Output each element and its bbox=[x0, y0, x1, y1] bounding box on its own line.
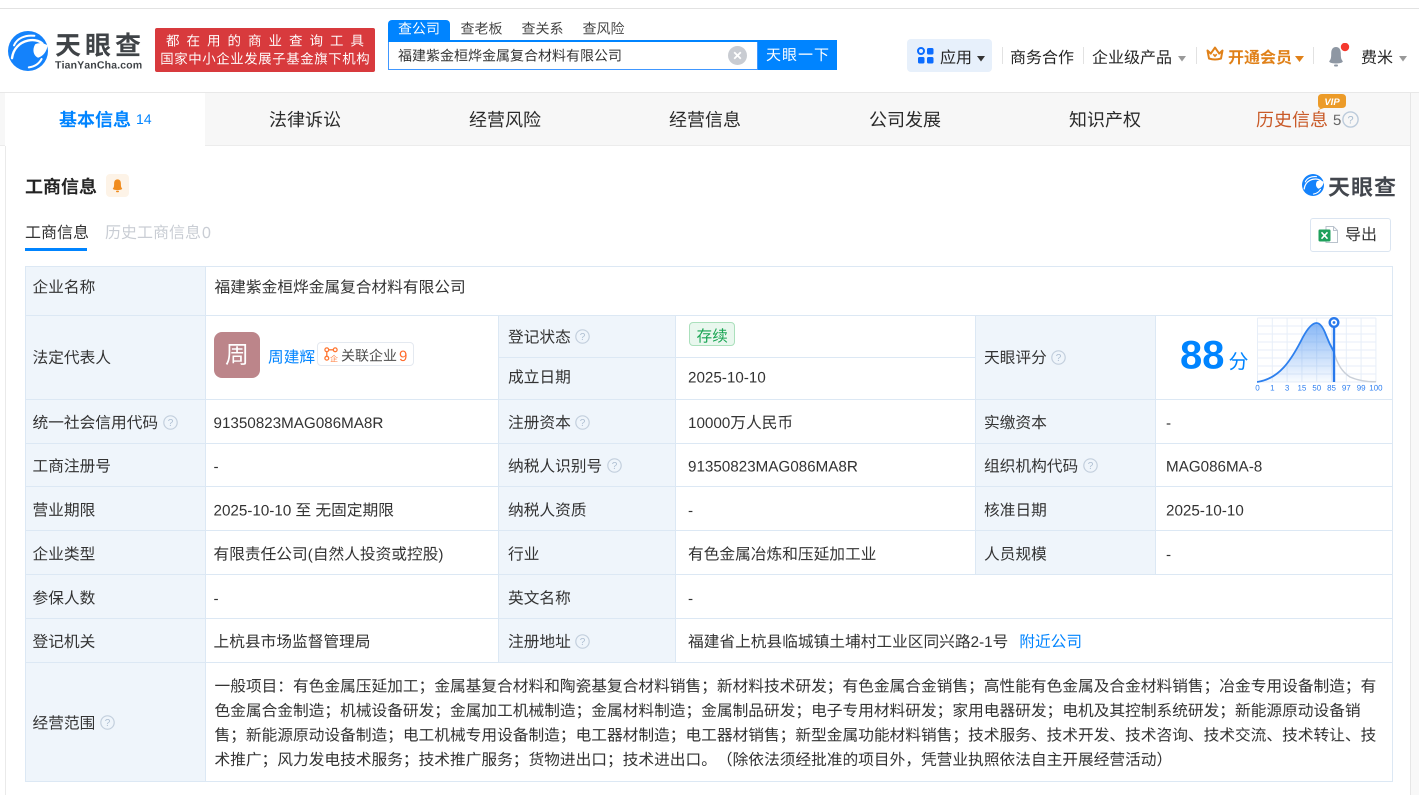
svg-text:?: ? bbox=[580, 332, 586, 343]
svg-text:?: ? bbox=[1347, 115, 1353, 127]
svg-text:?: ? bbox=[580, 636, 586, 647]
svg-text:?: ? bbox=[580, 417, 586, 428]
svg-text:?: ? bbox=[105, 718, 111, 729]
svg-text:VIP: VIP bbox=[1324, 97, 1340, 108]
svg-text:?: ? bbox=[1056, 352, 1062, 363]
svg-text:?: ? bbox=[1087, 461, 1093, 472]
svg-text:?: ? bbox=[167, 417, 173, 428]
svg-text:?: ? bbox=[611, 461, 617, 472]
